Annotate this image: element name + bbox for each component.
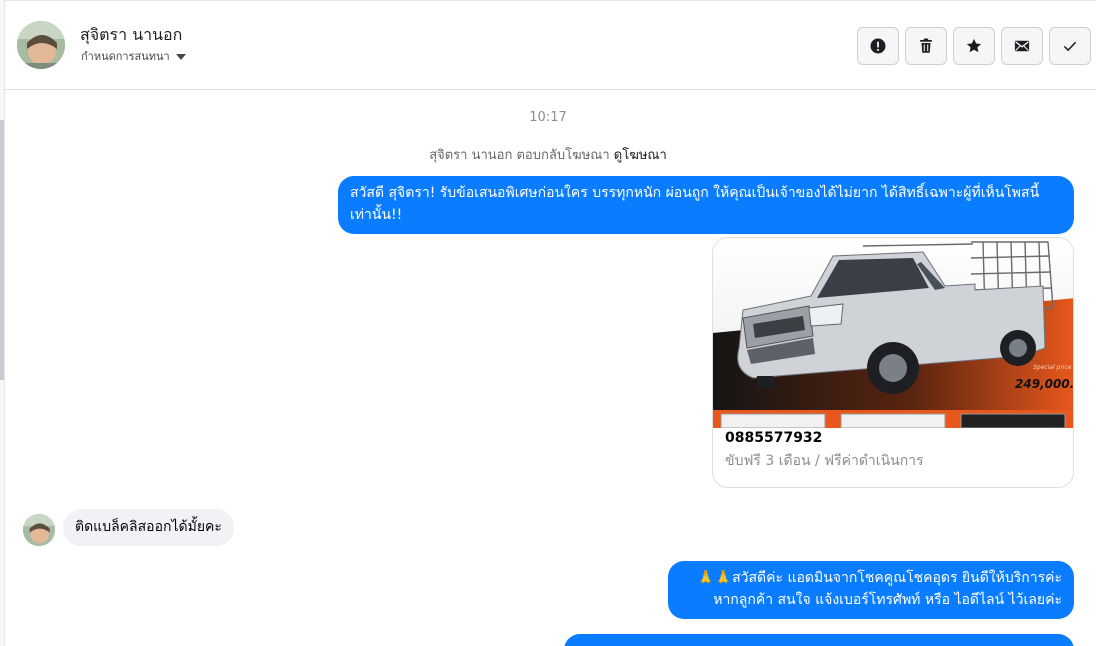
exclamation-circle-icon <box>870 38 886 54</box>
outgoing-message[interactable]: 🙏🙏สวัสดีค่ะ แอดมินจากโชคคูณโชคอุดร ยินดี… <box>668 561 1074 619</box>
ad-card-title: 0885577932 <box>725 430 823 446</box>
mark-unread-button[interactable] <box>1001 27 1043 65</box>
conversation-header: สุจิตรา นานอก กำหนดการสนทนา <box>5 0 1096 90</box>
ad-card[interactable]: Special price 249,000.- 0885577932 ขับฟร… <box>712 237 1074 488</box>
trash-icon <box>920 38 932 53</box>
outgoing-message-partial[interactable] <box>564 634 1074 646</box>
ad-card-subtitle: ขับฟรี 3 เดือน / ฟรีค่าดำเนินการ <box>725 453 924 469</box>
sender-avatar[interactable] <box>23 514 55 546</box>
delete-button[interactable] <box>905 27 947 65</box>
ad-reply-note: สุจิตรา นานอก ตอบกลับโฆษณา ดูโฆษณา <box>0 144 1096 165</box>
label-selector-text: กำหนดการสนทนา <box>81 50 170 63</box>
contact-avatar[interactable] <box>17 21 65 69</box>
special-price-label: Special price <box>1033 364 1072 371</box>
mark-done-button[interactable] <box>1049 27 1091 65</box>
checkmark-icon <box>1063 41 1077 52</box>
pickup-truck-ad-image: Special price 249,000.- <box>713 238 1074 428</box>
contact-name: สุจิตรา นานอก <box>80 25 183 44</box>
caret-down-icon <box>175 53 186 60</box>
view-ad-link[interactable]: ดูโฆษณา <box>614 148 667 163</box>
avatar-photo-icon <box>17 21 65 69</box>
star-icon <box>966 38 982 53</box>
ad-reply-text: สุจิตรา นานอก ตอบกลับโฆษณา <box>429 148 610 163</box>
star-button[interactable] <box>953 27 995 65</box>
left-panel-edge <box>0 0 5 646</box>
envelope-icon <box>1014 40 1030 52</box>
outgoing-message[interactable]: สวัสดี สุจิตรา! รับข้อเสนอพิเศษก่อนใคร บ… <box>338 176 1074 234</box>
label-selector[interactable]: กำหนดการสนทนา <box>81 47 186 65</box>
header-actions <box>857 27 1091 65</box>
ad-price-text: 249,000.- <box>1015 377 1074 391</box>
avatar-photo-icon <box>23 514 55 546</box>
incoming-message[interactable]: ติดแบล็คลิสออกได้มั้ยคะ <box>63 509 234 546</box>
message-timestamp: 10:17 <box>529 110 567 125</box>
report-button[interactable] <box>857 27 899 65</box>
